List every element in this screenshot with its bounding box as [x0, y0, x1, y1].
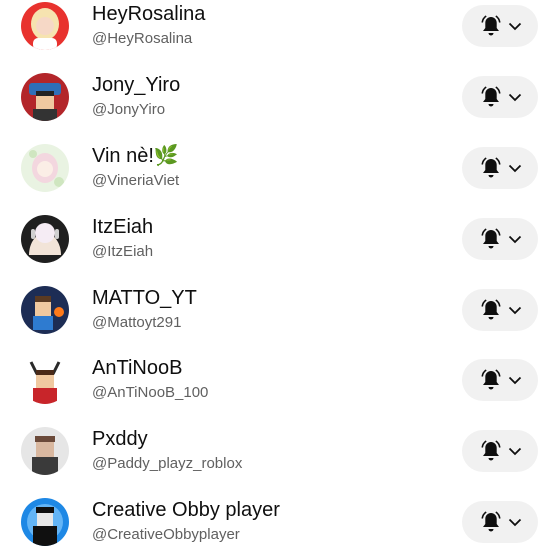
- bell-icon: [481, 15, 501, 36]
- bell-icon: [481, 440, 501, 461]
- avatar[interactable]: [21, 144, 69, 192]
- bell-icon: [481, 228, 501, 249]
- notification-settings-button[interactable]: [462, 359, 538, 401]
- list-item[interactable]: Pxddy @Paddy_playz_roblox: [0, 413, 560, 483]
- notification-settings-button[interactable]: [462, 5, 538, 47]
- chevron-down-icon: [508, 376, 522, 385]
- list-item[interactable]: MATTO_YT @Mattoyt291: [0, 272, 560, 342]
- channel-name[interactable]: MATTO_YT: [92, 286, 197, 310]
- channel-name[interactable]: Jony_Yiro: [92, 73, 180, 97]
- chevron-down-icon: [508, 235, 522, 244]
- list-item[interactable]: Jony_Yiro @JonyYiro: [0, 59, 560, 129]
- channel-handle: @AnTiNooB_100: [92, 384, 209, 401]
- channel-handle: @JonyYiro: [92, 101, 166, 118]
- channel-name[interactable]: Creative Obby player: [92, 498, 280, 522]
- notification-settings-button[interactable]: [462, 430, 538, 472]
- avatar[interactable]: [21, 286, 69, 334]
- avatar[interactable]: [21, 73, 69, 121]
- chevron-down-icon: [508, 518, 522, 527]
- list-item[interactable]: ItzEiah @ItzEiah: [0, 201, 560, 271]
- channel-name[interactable]: HeyRosalina: [92, 2, 205, 26]
- channel-handle: @Paddy_playz_roblox: [92, 455, 243, 472]
- notification-settings-button[interactable]: [462, 501, 538, 543]
- notification-settings-button[interactable]: [462, 289, 538, 331]
- channel-handle: @ItzEiah: [92, 243, 154, 260]
- chevron-down-icon: [508, 306, 522, 315]
- bell-icon: [481, 511, 501, 532]
- channel-name[interactable]: Vin nè!🌿: [92, 144, 179, 168]
- bell-icon: [481, 86, 501, 107]
- channel-handle: @HeyRosalina: [92, 30, 193, 47]
- channel-name[interactable]: Pxddy: [92, 427, 148, 451]
- list-item[interactable]: AnTiNooB @AnTiNooB_100: [0, 342, 560, 412]
- avatar[interactable]: [21, 356, 69, 404]
- chevron-down-icon: [508, 447, 522, 456]
- channel-name[interactable]: AnTiNooB: [92, 356, 182, 380]
- notification-settings-button[interactable]: [462, 76, 538, 118]
- bell-icon: [481, 369, 501, 390]
- avatar[interactable]: [21, 427, 69, 475]
- channel-handle: @CreativeObbyplayer: [92, 526, 240, 543]
- channel-handle: @Mattoyt291: [92, 314, 182, 331]
- channel-handle: @VineriaViet: [92, 172, 180, 189]
- notification-settings-button[interactable]: [462, 147, 538, 189]
- avatar[interactable]: [21, 2, 69, 50]
- bell-icon: [481, 157, 501, 178]
- avatar[interactable]: [21, 215, 69, 263]
- chevron-down-icon: [508, 22, 522, 31]
- avatar[interactable]: [21, 498, 69, 546]
- chevron-down-icon: [508, 164, 522, 173]
- channel-name[interactable]: ItzEiah: [92, 215, 153, 239]
- notification-settings-button[interactable]: [462, 218, 538, 260]
- list-item[interactable]: Creative Obby player @CreativeObbyplayer: [0, 484, 560, 554]
- list-item[interactable]: Vin nè!🌿 @VineriaViet: [0, 130, 560, 200]
- subscription-list: HeyRosalina @HeyRosalina Jony_Yiro @Jony…: [0, 0, 560, 560]
- chevron-down-icon: [508, 93, 522, 102]
- list-item[interactable]: HeyRosalina @HeyRosalina: [0, 0, 560, 58]
- bell-icon: [481, 299, 501, 320]
